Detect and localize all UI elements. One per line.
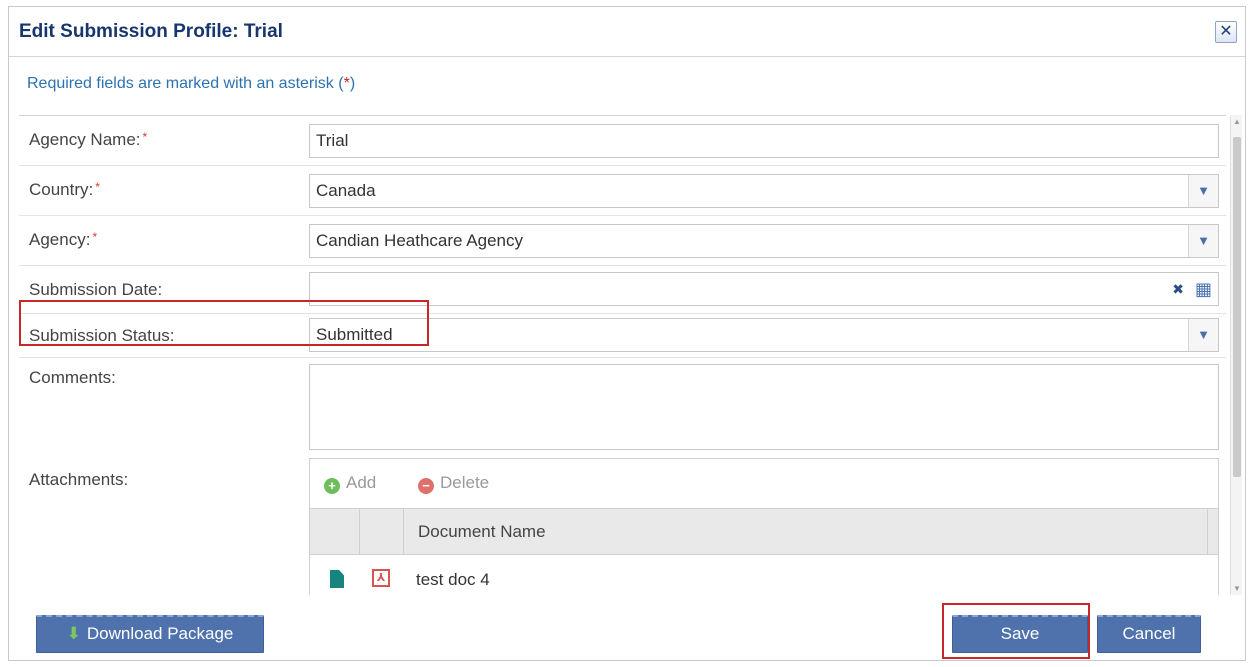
grid-header-cell <box>360 509 404 554</box>
agency-name-input[interactable]: Trial <box>309 124 1219 158</box>
agency-label: Agency: * <box>29 230 98 249</box>
calendar-icon[interactable]: ▦ <box>1195 273 1212 305</box>
grid-header-cell <box>310 509 360 554</box>
cancel-button[interactable]: Cancel <box>1097 615 1201 653</box>
attachments-panel: + Add − Delete Document Name ⅄ test doc 4 <box>309 458 1219 595</box>
download-label: Download Package <box>86 624 234 643</box>
edit-submission-dialog: Edit Submission Profile: Trial ✕ Require… <box>8 6 1246 661</box>
row-comments: Comments: <box>19 358 1226 454</box>
document-name-cell[interactable]: test doc 4 <box>416 570 490 590</box>
comments-label: Comments: <box>29 368 116 387</box>
close-icon[interactable]: ✕ <box>1215 21 1237 43</box>
attachments-toolbar: + Add − Delete <box>310 459 1218 509</box>
submission-status-select[interactable]: Submitted ▼ <box>309 318 1219 352</box>
chevron-down-icon[interactable]: ▼ <box>1188 175 1218 207</box>
chevron-down-icon[interactable]: ▼ <box>1188 319 1218 351</box>
country-label: Country: * <box>29 180 100 199</box>
scroll-up-icon[interactable]: ▲ <box>1232 117 1242 126</box>
submission-status-label: Submission Status: <box>29 326 175 345</box>
submission-date-input[interactable]: ✖ ▦ <box>309 272 1219 306</box>
row-submission-status: Submission Status: Submitted ▼ <box>19 314 1226 358</box>
row-agency: Agency: * Candian Heathcare Agency ▼ <box>19 216 1226 266</box>
attachments-grid-header: Document Name <box>310 509 1218 555</box>
save-button[interactable]: Save <box>952 615 1088 653</box>
dialog-title: Edit Submission Profile: Trial <box>19 21 283 42</box>
dialog-footer: ⬇ Download Package Save Cancel <box>9 599 1245 661</box>
country-value: Canada <box>316 181 376 200</box>
scrollbar-thumb[interactable] <box>1233 137 1241 477</box>
table-row[interactable]: ⅄ test doc 4 <box>310 555 1218 595</box>
grid-header-divider <box>1207 509 1208 554</box>
row-country: Country: * Canada ▼ <box>19 166 1226 216</box>
plus-circle-icon: + <box>324 478 340 494</box>
comments-textarea[interactable] <box>309 364 1219 450</box>
form-area: Agency Name: * Trial Country: * Canada ▼ A… <box>19 115 1226 595</box>
form-scrollbar[interactable]: ▲ ▼ <box>1230 115 1242 595</box>
pdf-icon[interactable]: ⅄ <box>372 569 390 587</box>
agency-name-label: Agency Name: * <box>29 130 148 149</box>
scroll-down-icon[interactable]: ▼ <box>1232 584 1242 593</box>
required-note-text: Required fields are marked with an aster… <box>27 75 344 92</box>
agency-select[interactable]: Candian Heathcare Agency ▼ <box>309 224 1219 258</box>
add-label: Add <box>346 473 377 492</box>
download-arrow-icon: ⬇ <box>66 624 81 643</box>
row-agency-name: Agency Name: * Trial <box>19 116 1226 166</box>
attachments-label: Attachments: <box>29 470 129 489</box>
clear-date-icon[interactable]: ✖ <box>1172 273 1184 305</box>
submission-status-value: Submitted <box>316 325 393 344</box>
agency-value: Candian Heathcare Agency <box>316 231 523 250</box>
required-fields-note: Required fields are marked with an aster… <box>27 75 355 93</box>
minus-circle-icon: − <box>418 478 434 494</box>
delete-label: Delete <box>440 473 490 492</box>
row-submission-date: Submission Date: ✖ ▦ <box>19 266 1226 314</box>
add-attachment-button[interactable]: + Add <box>324 473 376 494</box>
required-note-suffix: ) <box>349 75 356 92</box>
document-name-column-header[interactable]: Document Name <box>418 522 546 542</box>
country-select[interactable]: Canada ▼ <box>309 174 1219 208</box>
download-package-button[interactable]: ⬇ Download Package <box>36 615 264 653</box>
chevron-down-icon[interactable]: ▼ <box>1188 225 1218 257</box>
dialog-titlebar: Edit Submission Profile: Trial ✕ <box>9 7 1245 57</box>
delete-attachment-button[interactable]: − Delete <box>418 473 489 494</box>
submission-date-label: Submission Date: <box>29 280 163 299</box>
document-icon[interactable] <box>330 570 344 588</box>
